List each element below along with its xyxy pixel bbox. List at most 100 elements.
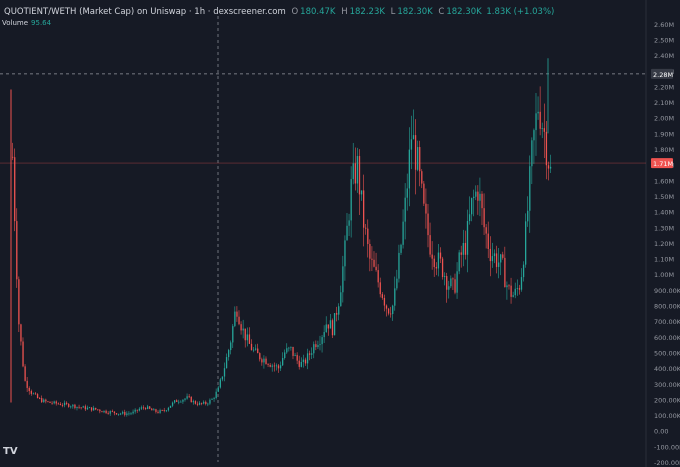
candle-body <box>545 131 548 166</box>
candle-body <box>309 353 311 355</box>
candle-body <box>288 347 290 349</box>
candle-body <box>28 387 30 392</box>
candle-body <box>502 254 504 258</box>
candle-body <box>159 410 161 413</box>
high-value: 182.23K <box>349 7 385 17</box>
candle-body <box>43 399 45 403</box>
candle-body <box>34 393 37 395</box>
candle-body <box>448 286 450 290</box>
candle-body <box>516 288 518 289</box>
candle-body <box>344 240 346 267</box>
candle-body <box>437 252 440 269</box>
candle-body <box>232 326 234 343</box>
candle-body <box>520 277 523 290</box>
y-tick-label: 900.00K <box>654 287 680 295</box>
candle-body <box>124 411 126 415</box>
candle-body <box>371 258 373 260</box>
candle-body <box>506 285 508 288</box>
candle-body <box>157 411 159 413</box>
candle-body <box>201 402 203 404</box>
candle-body <box>267 364 269 365</box>
candle-body <box>68 403 70 407</box>
candle-body <box>138 408 140 411</box>
candle-body <box>392 305 394 314</box>
candle-body <box>300 361 302 367</box>
candle-body <box>325 324 327 333</box>
candle-body <box>176 400 178 402</box>
y-tick-label: 200.00K <box>654 396 680 404</box>
candle-body <box>14 157 16 222</box>
candle-body <box>425 203 427 214</box>
candle-body <box>547 165 550 169</box>
candle-body <box>161 410 163 411</box>
candle-body <box>221 376 224 380</box>
candle-body <box>363 190 365 228</box>
close-label: C <box>438 7 445 17</box>
candle-body <box>120 413 122 415</box>
candle-body <box>167 407 170 411</box>
candle-body <box>381 294 383 298</box>
candle-body <box>205 401 207 404</box>
candle-body <box>188 396 190 398</box>
candle-body <box>88 407 91 409</box>
candle-body <box>101 411 103 413</box>
candle-body <box>70 406 72 408</box>
candle-body <box>354 163 356 184</box>
candle-body <box>186 396 188 399</box>
candle-body <box>250 343 253 351</box>
candle-body <box>331 320 334 336</box>
tradingview-logo[interactable]: TV <box>3 446 21 460</box>
candle-body <box>234 311 236 327</box>
candle-body <box>377 270 379 283</box>
candle-body <box>514 288 516 296</box>
candle-body <box>215 391 217 399</box>
candle-body <box>225 357 228 369</box>
candle-body <box>12 156 14 158</box>
candle-body <box>367 228 369 245</box>
price-chart[interactable]: 2.60M2.50M2.40M2.30M2.20M2.10M2.00M1.90M… <box>0 0 680 467</box>
candle-body <box>441 258 444 277</box>
candle-body <box>435 266 437 269</box>
candle-body <box>190 396 192 403</box>
candle-body <box>373 259 375 267</box>
low-value: 182.30K <box>397 7 433 17</box>
candle-body <box>400 244 402 253</box>
candle-body <box>527 210 529 222</box>
candle-body <box>466 221 469 255</box>
candle-body <box>39 398 41 399</box>
candle-body <box>269 364 271 367</box>
y-tick-label: 2.60M <box>654 21 674 29</box>
candle-body <box>306 353 309 364</box>
volume-legend: Volume 95.64 <box>2 19 51 27</box>
candle-body <box>456 271 458 293</box>
candle-body <box>279 365 282 369</box>
candle-body <box>163 410 165 411</box>
candle-body <box>294 355 296 356</box>
candle-body <box>481 193 483 209</box>
candle-body <box>22 341 24 367</box>
candle-body <box>207 403 209 405</box>
candle-body <box>155 409 157 412</box>
y-tick-label: 2.50M <box>654 36 674 44</box>
candle-body <box>512 295 514 297</box>
candle-body <box>57 403 59 405</box>
candle-body <box>36 394 39 399</box>
candle-body <box>454 279 456 293</box>
candle-body <box>358 156 361 195</box>
candle-body <box>136 409 138 411</box>
y-tick-label: 1.80M <box>654 146 674 154</box>
candle-body <box>219 379 221 388</box>
candle-body <box>147 406 149 409</box>
candle-body <box>103 410 105 413</box>
candle-body <box>76 406 78 408</box>
candle-body <box>462 243 464 255</box>
candle-body <box>182 399 184 402</box>
candle-body <box>284 352 286 358</box>
candle-body <box>99 409 101 412</box>
candle-body <box>458 252 460 272</box>
candle-body <box>55 401 57 404</box>
y-tick-label: 300.00K <box>654 381 680 389</box>
candle-body <box>385 305 388 309</box>
candle-body <box>261 359 263 363</box>
candle-body <box>132 411 134 414</box>
